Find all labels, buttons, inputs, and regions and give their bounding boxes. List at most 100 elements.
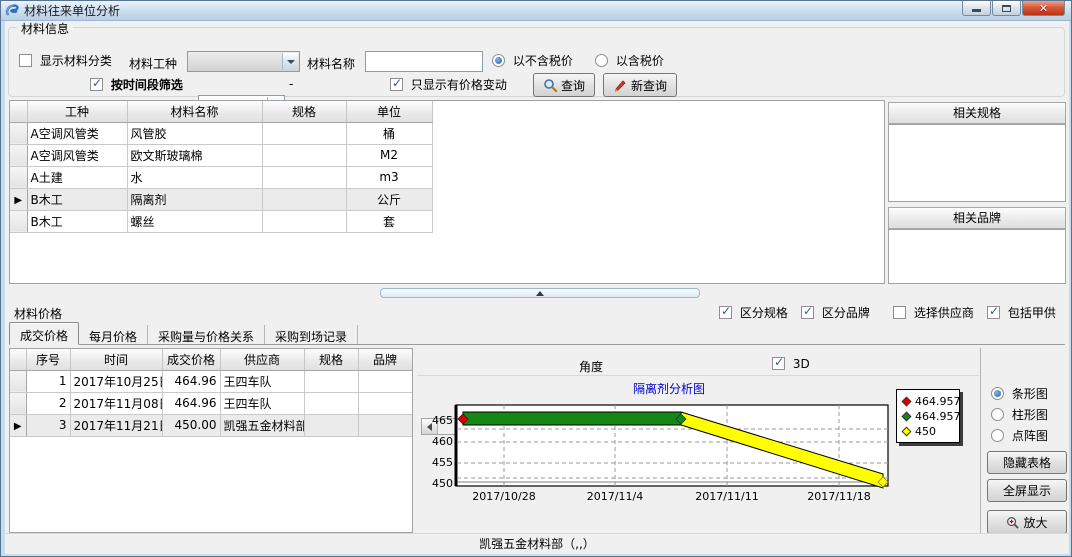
related-brands-header[interactable]: 相关品牌 — [888, 207, 1066, 229]
cell-date[interactable]: 2017年10月25日 — [70, 370, 162, 392]
col-header-date[interactable]: 时间 — [70, 349, 162, 370]
col-header-work-type[interactable]: 工种 — [27, 101, 127, 122]
brand-distinct-checkbox-box[interactable] — [801, 306, 814, 319]
cell-unit[interactable]: 套 — [346, 210, 432, 232]
cell-date[interactable]: 2017年11月08日 — [70, 392, 162, 414]
cell-supplier[interactable]: 凯强五金材料部 — [220, 414, 304, 436]
related-specs-list[interactable] — [888, 124, 1066, 202]
cell-spec[interactable] — [304, 414, 358, 436]
minimize-button[interactable] — [962, 1, 991, 16]
threed-checkbox[interactable]: 3D — [772, 356, 810, 371]
bar-chart-radio-circle[interactable] — [991, 387, 1004, 400]
with-tax-radio-circle[interactable] — [595, 54, 608, 67]
cell-unit[interactable]: 桶 — [346, 122, 432, 144]
cell-date[interactable]: 2017年11月21日 — [70, 414, 162, 436]
cell-spec[interactable] — [262, 166, 346, 188]
col-header-brand[interactable]: 品牌 — [358, 349, 412, 370]
cell-work-type[interactable]: B木工 — [27, 188, 127, 210]
cell-name[interactable]: 欧文斯玻璃棉 — [127, 144, 262, 166]
col-header-spec[interactable]: 规格 — [304, 349, 358, 370]
include-owner-supply-checkbox-box[interactable] — [987, 306, 1000, 319]
table-row-selected[interactable]: ▶ B木工 隔离剂 公斤 — [10, 188, 432, 210]
cell-work-type[interactable]: A土建 — [27, 166, 127, 188]
row-selector-current[interactable]: ▶ — [10, 188, 27, 210]
show-category-checkbox-box[interactable] — [19, 54, 32, 67]
work-type-combobox[interactable] — [187, 51, 300, 72]
fullscreen-button[interactable]: 全屏显示 — [987, 479, 1067, 502]
cell-work-type[interactable]: A空调风管类 — [27, 144, 127, 166]
row-selector[interactable] — [10, 392, 26, 414]
time-filter-checkbox[interactable]: 按时间段筛选 — [90, 76, 183, 93]
include-owner-supply-checkbox[interactable]: 包括甲供 — [987, 304, 1056, 321]
cell-spec[interactable] — [304, 370, 358, 392]
cell-supplier[interactable]: 王四车队 — [220, 392, 304, 414]
column-chart-radio-circle[interactable] — [991, 408, 1004, 421]
tab-monthly-price[interactable]: 每月价格 — [79, 325, 148, 344]
cell-spec[interactable] — [262, 122, 346, 144]
material-name-input[interactable] — [365, 51, 483, 72]
cell-no[interactable]: 1 — [26, 370, 70, 392]
row-selector[interactable] — [10, 210, 27, 232]
table-row[interactable]: 1 2017年10月25日 464.96 王四车队 — [10, 370, 412, 392]
cell-name[interactable]: 风管胶 — [127, 122, 262, 144]
dot-chart-radio-circle[interactable] — [991, 429, 1004, 442]
row-selector[interactable] — [10, 166, 27, 188]
new-query-button[interactable]: 新查询 — [603, 73, 677, 97]
bar-chart-radio[interactable]: 条形图 — [991, 385, 1048, 402]
cell-price[interactable]: 450.00 — [162, 414, 220, 436]
cell-work-type[interactable]: A空调风管类 — [27, 122, 127, 144]
related-brands-list[interactable] — [888, 229, 1066, 284]
cell-unit[interactable]: m3 — [346, 166, 432, 188]
price-change-checkbox[interactable]: 只显示有价格变动 — [390, 76, 507, 93]
no-tax-radio-circle[interactable] — [492, 54, 505, 67]
row-selector[interactable] — [10, 122, 27, 144]
related-specs-header[interactable]: 相关规格 — [888, 102, 1066, 124]
cell-brand[interactable] — [358, 392, 412, 414]
price-change-checkbox-box[interactable] — [390, 78, 403, 91]
zoom-in-button[interactable]: 放大 — [987, 510, 1067, 534]
col-header-unit[interactable]: 单位 — [346, 101, 432, 122]
time-filter-checkbox-box[interactable] — [90, 78, 103, 91]
cell-supplier[interactable]: 王四车队 — [220, 370, 304, 392]
work-type-dropdown-button[interactable] — [282, 53, 298, 70]
col-header-spec[interactable]: 规格 — [262, 101, 346, 122]
cell-brand[interactable] — [358, 370, 412, 392]
cell-unit[interactable]: 公斤 — [346, 188, 432, 210]
select-supplier-checkbox[interactable]: 选择供应商 — [893, 304, 974, 321]
no-tax-radio[interactable]: 以不含税价 — [492, 52, 573, 69]
table-row-selected[interactable]: ▶ 3 2017年11月21日 450.00 凯强五金材料部 — [10, 414, 412, 436]
cell-spec[interactable] — [262, 210, 346, 232]
column-chart-radio[interactable]: 柱形图 — [991, 406, 1048, 423]
select-supplier-checkbox-box[interactable] — [893, 306, 906, 319]
table-row[interactable]: B木工 螺丝 套 — [10, 210, 432, 232]
close-button[interactable]: ✕ — [1022, 1, 1065, 16]
table-row[interactable]: A空调风管类 风管胶 桶 — [10, 122, 432, 144]
cell-spec[interactable] — [262, 188, 346, 210]
hide-table-button[interactable]: 隐藏表格 — [987, 451, 1067, 474]
spec-distinct-checkbox[interactable]: 区分规格 — [719, 304, 788, 321]
threed-checkbox-box[interactable] — [772, 357, 785, 370]
table-row[interactable]: 2 2017年11月08日 464.96 王四车队 — [10, 392, 412, 414]
row-selector[interactable] — [10, 370, 26, 392]
title-bar[interactable]: 材料往来单位分析 ✕ — [1, 1, 1071, 21]
row-selector[interactable] — [10, 144, 27, 166]
table-row[interactable]: A空调风管类 欧文斯玻璃棉 M2 — [10, 144, 432, 166]
show-category-checkbox[interactable]: 显示材料分类 — [19, 52, 112, 69]
cell-name[interactable]: 水 — [127, 166, 262, 188]
splitter-handle[interactable] — [380, 288, 700, 298]
spec-distinct-checkbox-box[interactable] — [719, 306, 732, 319]
cell-no[interactable]: 2 — [26, 392, 70, 414]
table-row[interactable]: A土建 水 m3 — [10, 166, 432, 188]
maximize-button[interactable] — [992, 1, 1021, 16]
query-button[interactable]: 查询 — [533, 73, 595, 97]
cell-price[interactable]: 464.96 — [162, 370, 220, 392]
cell-name[interactable]: 隔离剂 — [127, 188, 262, 210]
col-header-no[interactable]: 序号 — [26, 349, 70, 370]
tab-arrival-record[interactable]: 采购到场记录 — [265, 325, 358, 344]
cell-spec[interactable] — [304, 392, 358, 414]
cell-name[interactable]: 螺丝 — [127, 210, 262, 232]
cell-work-type[interactable]: B木工 — [27, 210, 127, 232]
cell-unit[interactable]: M2 — [346, 144, 432, 166]
cell-brand[interactable] — [358, 414, 412, 436]
dot-chart-radio[interactable]: 点阵图 — [991, 427, 1048, 444]
